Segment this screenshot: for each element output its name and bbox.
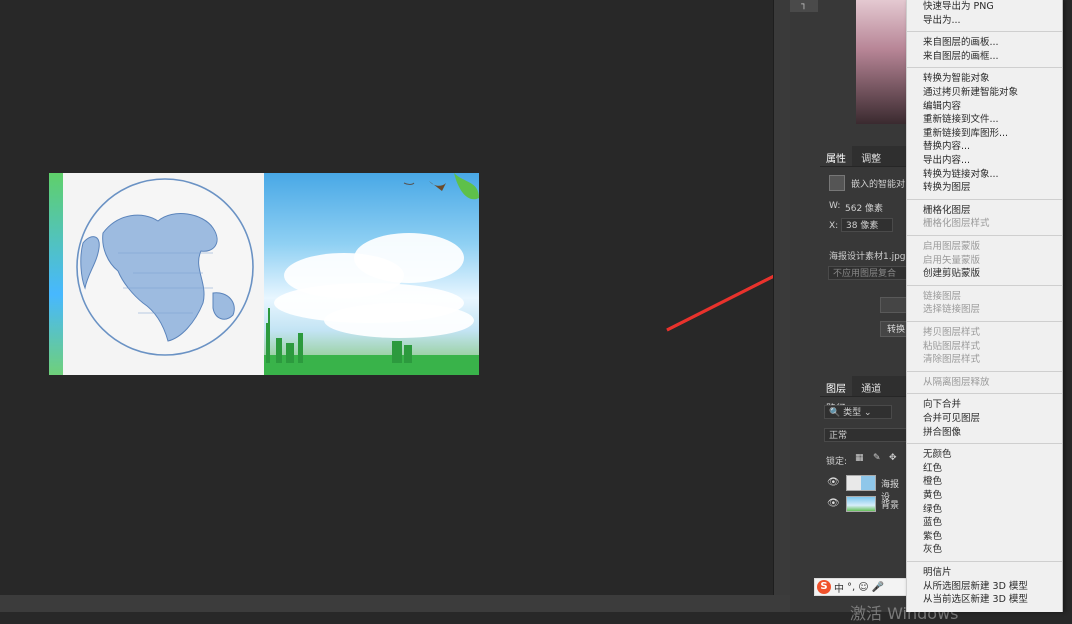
document-image[interactable]: [49, 173, 479, 375]
layer-thumbnail: [846, 475, 876, 491]
edit-contents-button[interactable]: [880, 297, 907, 313]
menu-item[interactable]: 导出内容...: [923, 154, 970, 167]
visibility-eye-icon[interactable]: 👁: [827, 477, 840, 488]
layer-row[interactable]: 👁 海报设: [820, 473, 907, 503]
layer-filter-select[interactable]: 🔍 类型 ⌄: [824, 405, 892, 419]
image-left-strip: [49, 173, 63, 375]
width-value[interactable]: 562 像素: [845, 201, 883, 214]
menu-item: 拷贝图层样式: [923, 327, 981, 338]
lock-label: 锁定:: [826, 457, 848, 467]
ime-language[interactable]: 中: [834, 580, 844, 595]
ime-toolbar[interactable]: S 中 °, ☺ 🎤: [814, 578, 907, 596]
convert-button[interactable]: 转换: [880, 321, 907, 337]
menu-item: 启用矢量蒙版: [923, 254, 981, 266]
menu-item[interactable]: 绿色: [923, 503, 942, 516]
menu-item[interactable]: 创建剪贴蒙版: [923, 267, 980, 280]
search-icon: 🔍: [829, 408, 841, 418]
lock-move-icon[interactable]: ✥: [889, 453, 897, 463]
sky-panel: [264, 173, 479, 375]
menu-item: 选择链接图层: [923, 304, 981, 316]
menu-item[interactable]: 紫色: [923, 530, 942, 543]
menu-item: 栅格化图层样式: [923, 218, 990, 230]
smart-object-icon: [829, 175, 845, 191]
x-value-field[interactable]: 38 像素: [841, 218, 893, 232]
layer-thumbnail: [846, 496, 876, 512]
ime-punctuation[interactable]: °,: [847, 582, 855, 593]
tab-layers[interactable]: 图层: [820, 376, 852, 396]
globe-panel: [63, 173, 264, 375]
panel-icon-strip: ┐: [790, 0, 821, 612]
menu-item[interactable]: 重新链接到库图形...: [923, 127, 1008, 140]
blend-mode-select[interactable]: 正常: [824, 428, 907, 442]
linked-file-name: 海报设计素材1.jpg: [829, 252, 906, 262]
tab-properties[interactable]: 属性: [820, 146, 852, 166]
menu-item[interactable]: 拼合图像: [923, 426, 961, 439]
menu-item[interactable]: 来自图层的画框...: [923, 50, 999, 63]
emoji-icon[interactable]: ☺: [858, 582, 868, 593]
layer-row[interactable]: 👁 背景: [820, 494, 907, 514]
menu-item[interactable]: 快速导出为 PNG: [923, 0, 994, 13]
collapse-panel-icon[interactable]: ┐: [790, 0, 818, 12]
microphone-icon[interactable]: 🎤: [872, 582, 884, 593]
sogou-logo-icon: S: [817, 580, 831, 594]
menu-item[interactable]: 橙色: [923, 475, 942, 488]
layer-name: 背景: [881, 501, 900, 511]
menu-separator: [907, 443, 1062, 445]
menu-item: 从隔离图层释放: [923, 376, 990, 388]
menu-separator: [907, 393, 1062, 395]
menu-item: 链接图层: [923, 290, 962, 302]
color-picker-field[interactable]: [856, 0, 907, 124]
menu-item[interactable]: 明信片: [923, 566, 952, 579]
tab-channels[interactable]: 通道: [855, 376, 887, 396]
menu-item[interactable]: 编辑内容: [923, 100, 961, 113]
menu-item[interactable]: 转换为图层: [923, 181, 971, 194]
menu-separator: [907, 321, 1062, 322]
width-label: W:: [829, 201, 841, 211]
chevron-down-icon: ⌄: [863, 408, 872, 418]
menu-separator: [907, 370, 1062, 372]
menu-item[interactable]: 向下合并: [923, 398, 961, 411]
menu-item[interactable]: 导出为...: [923, 14, 961, 27]
layers-tabs: 图层 通道 路径: [820, 376, 907, 415]
menu-item[interactable]: 转换为智能对象: [923, 72, 990, 85]
city-skyline: [264, 173, 479, 375]
x-label: X:: [829, 221, 839, 231]
menu-item[interactable]: 替换内容...: [923, 140, 970, 153]
visibility-eye-icon[interactable]: 👁: [827, 498, 840, 509]
menu-item[interactable]: 从当前选区新建 3D 模型: [923, 593, 1028, 606]
properties-tabs: 属性 调整: [820, 146, 907, 167]
menu-separator: [907, 561, 1062, 562]
menu-item[interactable]: 黄色: [923, 489, 942, 502]
menu-item[interactable]: 无颜色: [923, 448, 952, 461]
canvas-vertical-scrollbar[interactable]: [773, 0, 791, 595]
lock-transparency-icon[interactable]: ▦: [855, 453, 864, 463]
canvas-horizontal-scrollbar[interactable]: [0, 595, 790, 612]
layer-filter-value: 类型: [843, 408, 862, 418]
menu-item[interactable]: 蓝色: [923, 516, 942, 529]
layer-context-menu: 快速导出为 PNG 导出为... 来自图层的画板... 来自图层的画框... 转换为智能…: [906, 0, 1063, 612]
menu-item[interactable]: 栅格化图层: [923, 204, 971, 217]
menu-separator: [907, 235, 1062, 236]
menu-item[interactable]: 红色: [923, 462, 942, 475]
menu-item[interactable]: 重新链接到文件...: [923, 113, 999, 126]
menu-item[interactable]: 通过拷贝新建智能对象: [923, 86, 1018, 99]
menu-separator: [907, 198, 1062, 200]
menu-item[interactable]: 转换为链接对象...: [923, 168, 999, 181]
menu-item[interactable]: 从所选图层新建 3D 模型: [923, 580, 1028, 593]
menu-separator: [907, 31, 1062, 33]
layer-comp-select[interactable]: 不应用图层复合: [828, 266, 907, 280]
tab-adjustments[interactable]: 调整: [855, 146, 887, 166]
menu-item: 粘贴图层样式: [923, 340, 981, 352]
menu-item[interactable]: 合并可见图层: [923, 412, 980, 425]
smart-object-type-label: 嵌入的智能对: [851, 180, 906, 190]
globe-illustration: [76, 178, 254, 356]
menu-item: 启用图层蒙版: [923, 241, 981, 252]
menu-separator: [907, 67, 1062, 69]
menu-item[interactable]: 灰色: [923, 543, 942, 556]
menu-item: 清除图层样式: [923, 354, 981, 366]
menu-separator: [907, 284, 1062, 286]
menu-item[interactable]: 来自图层的画板...: [923, 36, 999, 49]
document-canvas-area[interactable]: [0, 0, 773, 595]
lock-brush-icon[interactable]: ✎: [873, 453, 881, 463]
